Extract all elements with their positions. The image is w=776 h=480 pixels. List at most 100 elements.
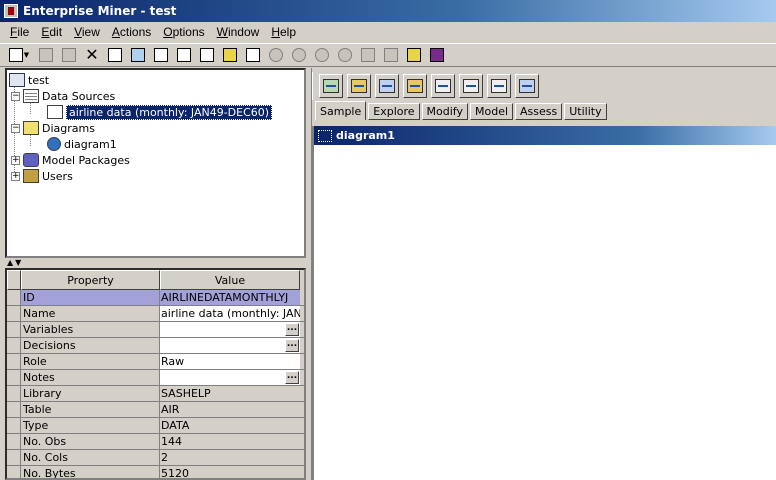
- property-row-name[interactable]: Name airline data (monthly: JAN: [7, 306, 304, 322]
- ellipsis-button[interactable]: ...: [285, 371, 299, 384]
- property-column-header[interactable]: Property: [21, 270, 160, 290]
- tab-utility[interactable]: Utility: [564, 103, 607, 120]
- data-sources-icon: [23, 89, 39, 103]
- arrow-up-icon[interactable]: ▲: [7, 259, 13, 267]
- menu-file[interactable]: File: [4, 25, 35, 39]
- menu-window[interactable]: Window: [211, 25, 266, 39]
- view-results-button[interactable]: [173, 45, 195, 65]
- tree-node-airline-data[interactable]: airline data (monthly: JAN49-DEC60): [47, 104, 273, 120]
- select-icon: [108, 48, 122, 62]
- value-column-header[interactable]: Value: [160, 270, 300, 290]
- ellipsis-button[interactable]: ...: [285, 323, 299, 336]
- property-row-variables[interactable]: Variables ...: [7, 322, 304, 338]
- property-row-no-cols[interactable]: No. Cols 2: [7, 450, 304, 466]
- append-node-icon: [491, 79, 507, 93]
- partition-node-icon: [407, 79, 423, 93]
- time-series-icon: [519, 79, 535, 93]
- row-marker: [7, 418, 21, 433]
- run-button[interactable]: [150, 45, 172, 65]
- menu-options[interactable]: Options: [157, 25, 210, 39]
- expand-icon[interactable]: +: [11, 155, 20, 165]
- node-category-tabs: Sample Explore Modify Model Assess Utili…: [315, 101, 609, 120]
- help-book-button[interactable]: [426, 45, 448, 65]
- tab-model[interactable]: Model: [469, 103, 514, 120]
- row-marker: [7, 450, 21, 465]
- input-data-node-button[interactable]: [319, 74, 343, 98]
- property-value-input[interactable]: ...: [160, 370, 300, 385]
- panel-splitter[interactable]: ▲ ▼: [5, 258, 306, 268]
- chart-button[interactable]: [242, 45, 264, 65]
- delete-button[interactable]: ✕: [81, 45, 103, 65]
- collapse-icon[interactable]: −: [11, 123, 20, 133]
- menu-view[interactable]: View: [68, 25, 106, 39]
- menu-help[interactable]: Help: [265, 25, 302, 39]
- merge-node-icon: [463, 79, 479, 93]
- tab-modify[interactable]: Modify: [421, 103, 468, 120]
- select-button[interactable]: [104, 45, 126, 65]
- stop-button[interactable]: [288, 45, 310, 65]
- property-row-table[interactable]: Table AIR: [7, 402, 304, 418]
- refresh-button[interactable]: [334, 45, 356, 65]
- diagram-title-bar[interactable]: diagram1: [314, 126, 776, 145]
- tree-node-project[interactable]: test: [9, 72, 49, 88]
- tree-node-data-sources[interactable]: − Data Sources: [11, 88, 115, 104]
- collapse-icon[interactable]: −: [11, 91, 20, 101]
- diagram-workspace[interactable]: diagram1: [312, 126, 776, 480]
- explore-button[interactable]: [219, 45, 241, 65]
- property-value-input[interactable]: airline data (monthly: JAN: [160, 306, 300, 321]
- tree-node-model-packages[interactable]: + Model Packages: [11, 152, 130, 168]
- partition-node-button[interactable]: [403, 74, 427, 98]
- property-row-library[interactable]: Library SASHELP: [7, 386, 304, 402]
- tab-sample[interactable]: Sample: [315, 101, 367, 120]
- property-row-no-obs[interactable]: No. Obs 144: [7, 434, 304, 450]
- merge-node-button[interactable]: [459, 74, 483, 98]
- properties-button[interactable]: [196, 45, 218, 65]
- tree-node-diagram1[interactable]: diagram1: [47, 136, 117, 152]
- new-document-button[interactable]: ▼: [4, 45, 34, 65]
- property-row-notes[interactable]: Notes ...: [7, 370, 304, 386]
- explore-icon: [223, 48, 237, 62]
- copy-button[interactable]: [35, 45, 57, 65]
- menu-bar: File Edit View Actions Options Window He…: [0, 22, 776, 42]
- time-series-button[interactable]: [515, 74, 539, 98]
- properties-icon: [200, 48, 214, 62]
- layout-button[interactable]: [357, 45, 379, 65]
- filter-node-button[interactable]: [375, 74, 399, 98]
- property-row-decisions[interactable]: Decisions ...: [7, 338, 304, 354]
- sample-node-icon: [351, 79, 367, 93]
- menu-edit[interactable]: Edit: [35, 25, 68, 39]
- project-tree[interactable]: test − Data Sources airline data (monthl…: [5, 68, 306, 258]
- append-node-button[interactable]: [487, 74, 511, 98]
- chevron-down-icon: ▼: [23, 51, 30, 59]
- property-row-type[interactable]: Type DATA: [7, 418, 304, 434]
- connect-button[interactable]: [127, 45, 149, 65]
- tab-assess[interactable]: Assess: [515, 103, 563, 120]
- run-path-button[interactable]: [265, 45, 287, 65]
- property-row-role[interactable]: Role Raw: [7, 354, 304, 370]
- property-value-input[interactable]: Raw: [160, 354, 300, 369]
- property-value: DATA: [161, 419, 190, 432]
- zoom-button[interactable]: [380, 45, 402, 65]
- ellipsis-button[interactable]: ...: [285, 339, 299, 352]
- property-row-no-bytes[interactable]: No. Bytes 5120: [7, 466, 304, 478]
- property-value-input[interactable]: ...: [160, 322, 300, 337]
- enterprise-miner-app-icon[interactable]: [4, 4, 18, 18]
- tab-explore[interactable]: Explore: [368, 103, 420, 120]
- property-value-input[interactable]: ...: [160, 338, 300, 353]
- settings-button[interactable]: [403, 45, 425, 65]
- tree-node-users[interactable]: + Users: [11, 168, 73, 184]
- pause-button[interactable]: [311, 45, 333, 65]
- arrow-down-icon[interactable]: ▼: [15, 259, 21, 267]
- row-marker: [7, 434, 21, 449]
- diagram-icon: [47, 137, 61, 151]
- tree-node-diagrams[interactable]: − Diagrams: [11, 120, 95, 136]
- sample-node-button[interactable]: [347, 74, 371, 98]
- menu-actions[interactable]: Actions: [106, 25, 157, 39]
- property-value: AIR: [161, 403, 180, 416]
- expand-icon[interactable]: +: [11, 171, 20, 181]
- paste-button[interactable]: [58, 45, 80, 65]
- model-packages-icon: [23, 153, 39, 167]
- file-import-button[interactable]: [431, 74, 455, 98]
- property-row-id[interactable]: ID AIRLINEDATAMONTHLYJ: [7, 290, 304, 306]
- pause-icon: [315, 48, 329, 62]
